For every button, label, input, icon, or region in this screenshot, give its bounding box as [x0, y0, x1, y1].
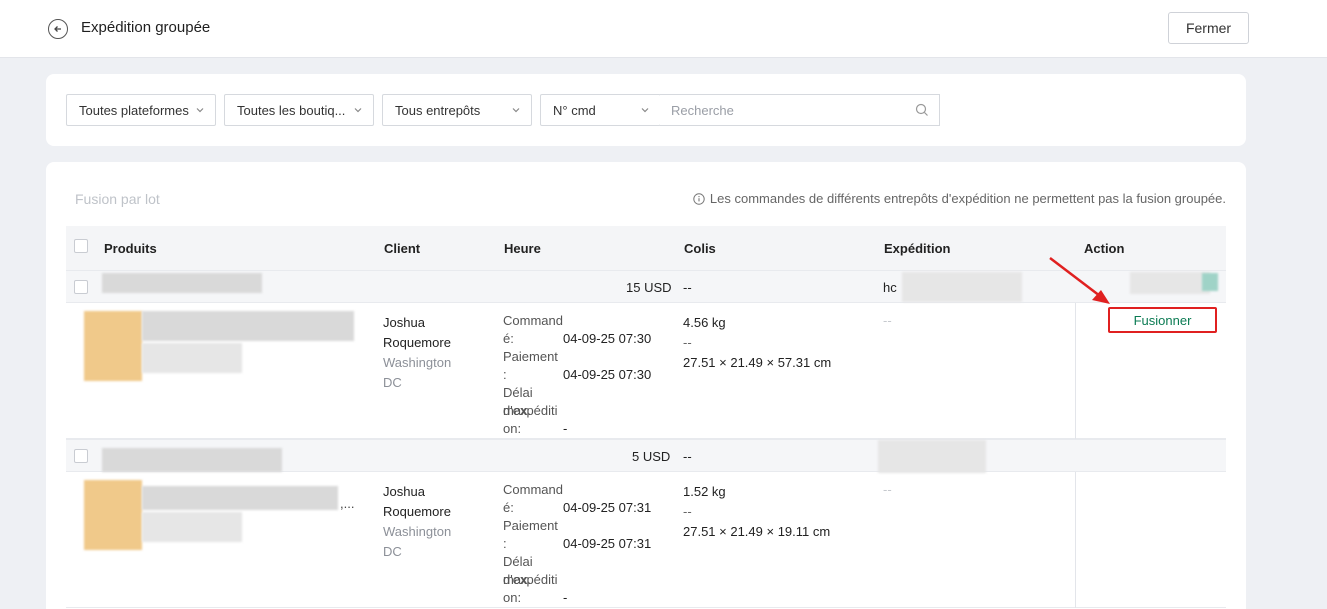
chevron-down-icon — [641, 108, 649, 113]
client-info: Joshua Roquemore Washington DC — [383, 313, 451, 393]
blurred-shop-name — [102, 273, 262, 293]
order-time-value: 04-09-25 07:30 — [563, 331, 652, 346]
deadline-label-3: on: — [503, 590, 522, 605]
payment-time-label-2: : — [503, 367, 507, 382]
blurred-action-info — [1130, 272, 1210, 294]
client-name-first: Joshua — [383, 315, 425, 330]
order-row: Joshua Roquemore Washington DC Command é… — [66, 303, 1226, 439]
shop-select-value: Toutes les boutiq... — [237, 102, 346, 118]
warehouse-notice: Les commandes de différents entrepôts d'… — [693, 191, 1226, 206]
order-time-label-2: é: — [503, 500, 514, 515]
blurred-product-variant — [142, 512, 242, 542]
package-info: 4.56 kg -- 27.51 × 21.49 × 57.31 cm — [683, 313, 831, 373]
client-name-first: Joshua — [383, 484, 425, 499]
group-colis: -- — [683, 449, 692, 464]
platform-select-value: Toutes plateformes — [79, 102, 189, 118]
column-header-time: Heure — [504, 241, 541, 256]
column-header-client: Client — [384, 241, 421, 256]
package-dimensions: 27.51 × 21.49 × 19.11 cm — [683, 524, 831, 539]
column-divider — [1075, 303, 1076, 439]
blurred-shipping-info — [902, 272, 1022, 302]
product-title-ellipsis: ,... — [340, 496, 355, 511]
client-name-last: Roquemore — [383, 504, 451, 519]
order-group-header: 15 USD -- hc — [66, 270, 1226, 303]
order-time-label-1: Command — [503, 313, 563, 328]
back-button[interactable] — [48, 19, 68, 39]
search-field-select-value: N° cmd — [553, 102, 596, 118]
warehouse-notice-text: Les commandes de différents entrepôts d'… — [709, 191, 1226, 206]
client-city: Washington — [383, 355, 452, 370]
merge-button[interactable]: Fusionner — [1108, 307, 1217, 333]
chevron-down-icon — [512, 108, 520, 113]
payment-time-label-1: Paiement — [503, 349, 558, 364]
product-thumbnail — [84, 311, 142, 381]
chevron-down-icon — [354, 108, 362, 113]
product-thumbnail — [84, 480, 142, 550]
warehouse-select-value: Tous entrepôts — [395, 102, 481, 118]
blurred-product-variant — [142, 343, 242, 373]
order-time-value: 04-09-25 07:31 — [563, 500, 652, 515]
order-time-label-1: Command — [503, 482, 563, 497]
package-weight: 1.52 kg — [683, 484, 726, 499]
payment-time-label-2: : — [503, 536, 507, 551]
column-header-action: Action — [1084, 241, 1125, 256]
column-header-shipping: Expédition — [884, 241, 951, 256]
deadline-value: - — [563, 590, 568, 605]
blurred-shop-name — [102, 448, 282, 472]
package-info: 1.52 kg -- 27.51 × 21.49 × 19.11 cm — [683, 482, 830, 542]
deadline-value: - — [563, 421, 568, 436]
package-extra: -- — [683, 504, 692, 519]
blurred-tag — [1202, 273, 1218, 291]
package-weight: 4.56 kg — [683, 315, 726, 330]
payment-time-label-1: Paiement — [503, 518, 558, 533]
info-icon — [693, 192, 705, 205]
order-time-label-2: é: — [503, 331, 514, 346]
blurred-product-title — [142, 311, 354, 341]
order-row: ,... Joshua Roquemore Washington DC Comm… — [66, 472, 1226, 608]
group-colis: -- — [683, 280, 692, 295]
client-state: DC — [383, 544, 402, 559]
deadline-label-3: on: — [503, 421, 522, 436]
search-placeholder: Recherche — [671, 102, 734, 118]
arrow-left-icon — [54, 26, 61, 32]
client-city: Washington — [383, 524, 452, 539]
order-group-header: 5 USD -- — [66, 439, 1226, 473]
client-name-last: Roquemore — [383, 335, 451, 350]
orders-card: Fusion par lot Les commandes de différen… — [46, 162, 1246, 609]
chevron-down-icon — [196, 108, 204, 113]
column-header-products: Produits — [104, 241, 157, 256]
client-state: DC — [383, 375, 402, 390]
search-field-select[interactable]: N° cmd — [540, 94, 661, 126]
page-title: Expédition groupée — [81, 19, 211, 36]
group-checkbox[interactable] — [74, 280, 88, 294]
search-input[interactable]: Recherche — [660, 94, 940, 126]
client-info: Joshua Roquemore Washington DC — [383, 482, 451, 562]
shipping-method: -- — [883, 313, 892, 328]
select-all-checkbox[interactable] — [74, 239, 88, 253]
group-total: 5 USD — [632, 449, 671, 464]
package-extra: -- — [683, 335, 692, 350]
group-checkbox[interactable] — [74, 449, 88, 463]
column-header-colis: Colis — [684, 241, 716, 256]
deadline-label-2: d'expéditi — [503, 403, 558, 418]
shop-select[interactable]: Toutes les boutiq... — [224, 94, 374, 126]
group-shipping-prefix: hc — [883, 280, 897, 295]
shipping-method: -- — [883, 482, 892, 497]
group-total: 15 USD — [626, 280, 672, 295]
column-divider — [1075, 472, 1076, 608]
close-button[interactable]: Fermer — [1168, 12, 1249, 44]
payment-time-value: 04-09-25 07:31 — [563, 536, 652, 551]
blurred-product-title — [142, 486, 338, 510]
payment-time-value: 04-09-25 07:30 — [563, 367, 652, 382]
filter-bar: Toutes plateformes Toutes les boutiq... … — [46, 74, 1246, 146]
batch-merge-button[interactable]: Fusion par lot — [75, 191, 160, 207]
search-icon[interactable] — [915, 103, 929, 117]
warehouse-select[interactable]: Tous entrepôts — [382, 94, 532, 126]
table-header: Produits Client Heure Colis Expédition A… — [66, 226, 1226, 270]
deadline-label-2: d'expéditi — [503, 572, 558, 587]
top-bar: Expédition groupée Fermer — [0, 0, 1327, 58]
platform-select[interactable]: Toutes plateformes — [66, 94, 216, 126]
package-dimensions: 27.51 × 21.49 × 57.31 cm — [683, 355, 832, 370]
blurred-shipping-info — [878, 440, 986, 473]
